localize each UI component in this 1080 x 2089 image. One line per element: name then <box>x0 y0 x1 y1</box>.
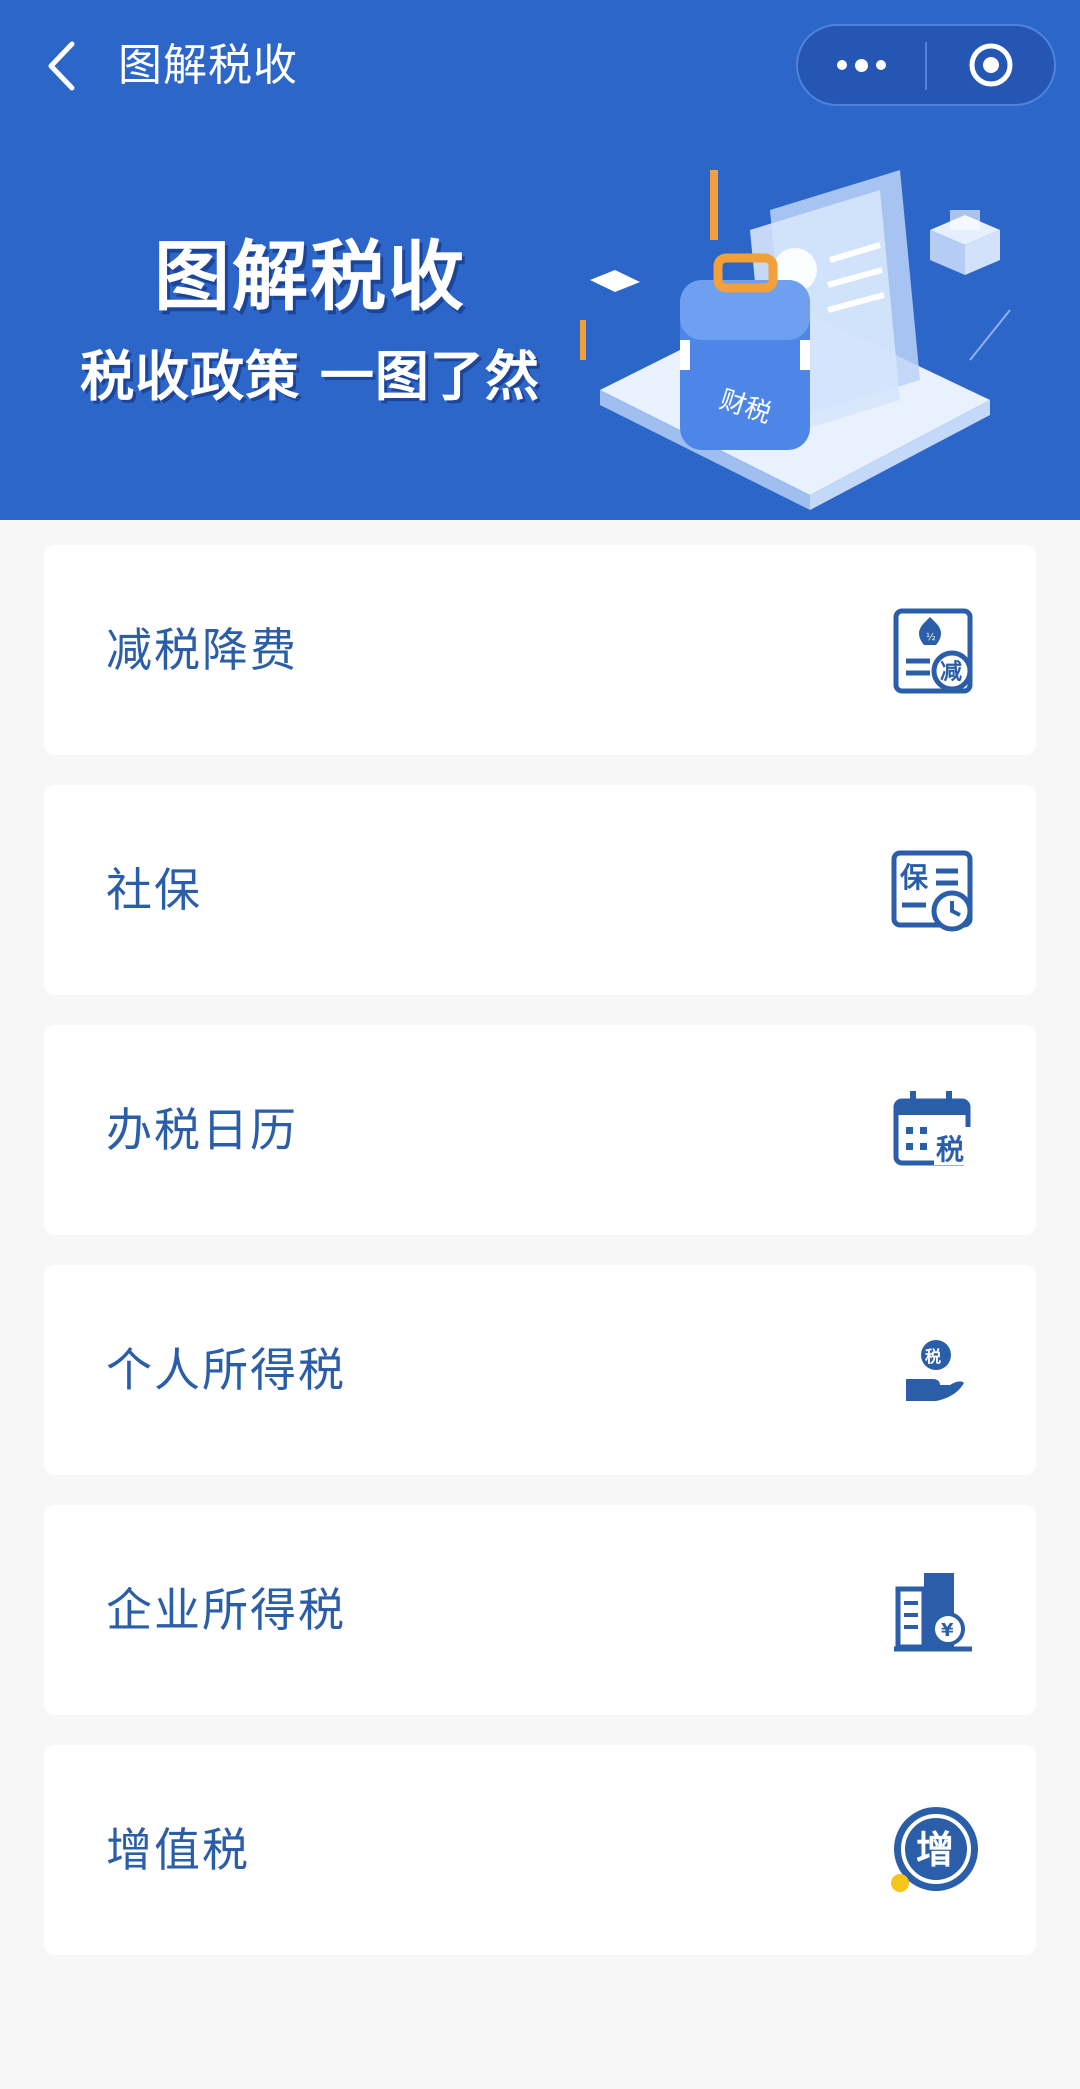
menu-item-tax-calendar[interactable]: 办税日历 税 <box>44 1025 1036 1235</box>
header-banner: 图解税收 图解税收 税收政策 一图了然 财税 <box>0 0 1080 520</box>
icon-text: 税 <box>925 1347 941 1366</box>
personal-income-tax-icon: 税 <box>906 1340 964 1401</box>
vat-icon: 增 <box>891 1807 978 1892</box>
icon-text: 保 <box>900 861 929 894</box>
icon-text: 增 <box>916 1828 954 1872</box>
menu-item-label: 社保 <box>106 863 202 917</box>
banner-title: 图解税收 <box>154 232 466 321</box>
corporate-income-tax-icon: ¥ <box>894 1573 972 1652</box>
icon-text: 减 <box>940 659 962 685</box>
menu-item-social-security[interactable]: 社保 保 <box>44 785 1036 995</box>
menu-item-label: 减税降费 <box>106 623 298 677</box>
menu-item-personal-income-tax[interactable]: 个人所得税 税 <box>44 1265 1036 1475</box>
target-circle-icon <box>969 43 1012 87</box>
menu-item-label: 办税日历 <box>106 1103 298 1157</box>
navigation-bar: 图解税收 <box>0 0 1080 130</box>
more-button[interactable] <box>798 26 925 104</box>
menu-item-corporate-income-tax[interactable]: 企业所得税 ¥ <box>44 1505 1036 1715</box>
icon-text: ¥ <box>941 1620 954 1641</box>
menu-item-label: 企业所得税 <box>106 1583 346 1637</box>
social-security-icon: 保 <box>891 850 973 932</box>
chevron-left-icon <box>48 41 75 91</box>
icon-text: 税 <box>936 1133 964 1166</box>
mini-program-capsule <box>796 24 1056 106</box>
tax-reduction-icon: ½ 减 <box>893 608 973 694</box>
menu-item-label: 增值税 <box>106 1823 250 1877</box>
banner-subtitle: 税收政策 一图了然 <box>80 345 540 408</box>
tax-briefcase-illustration: 财税 <box>580 170 1011 510</box>
menu-item-vat[interactable]: 增值税 增 <box>44 1745 1036 1955</box>
menu-item-label: 个人所得税 <box>106 1343 346 1397</box>
svg-text:½: ½ <box>926 631 936 643</box>
tax-calendar-icon: 税 <box>893 1091 972 1166</box>
category-menu: 减税降费 ½ 减 社保 保 办税日历 税 个人所得税 税 企业所得税 ¥ 增值税… <box>44 545 1036 1985</box>
close-button[interactable] <box>927 26 1054 104</box>
menu-item-tax-reduction[interactable]: 减税降费 ½ 减 <box>44 545 1036 755</box>
page-title: 图解税收 <box>118 40 298 91</box>
more-dots-icon <box>837 58 886 72</box>
back-button[interactable] <box>36 34 86 98</box>
